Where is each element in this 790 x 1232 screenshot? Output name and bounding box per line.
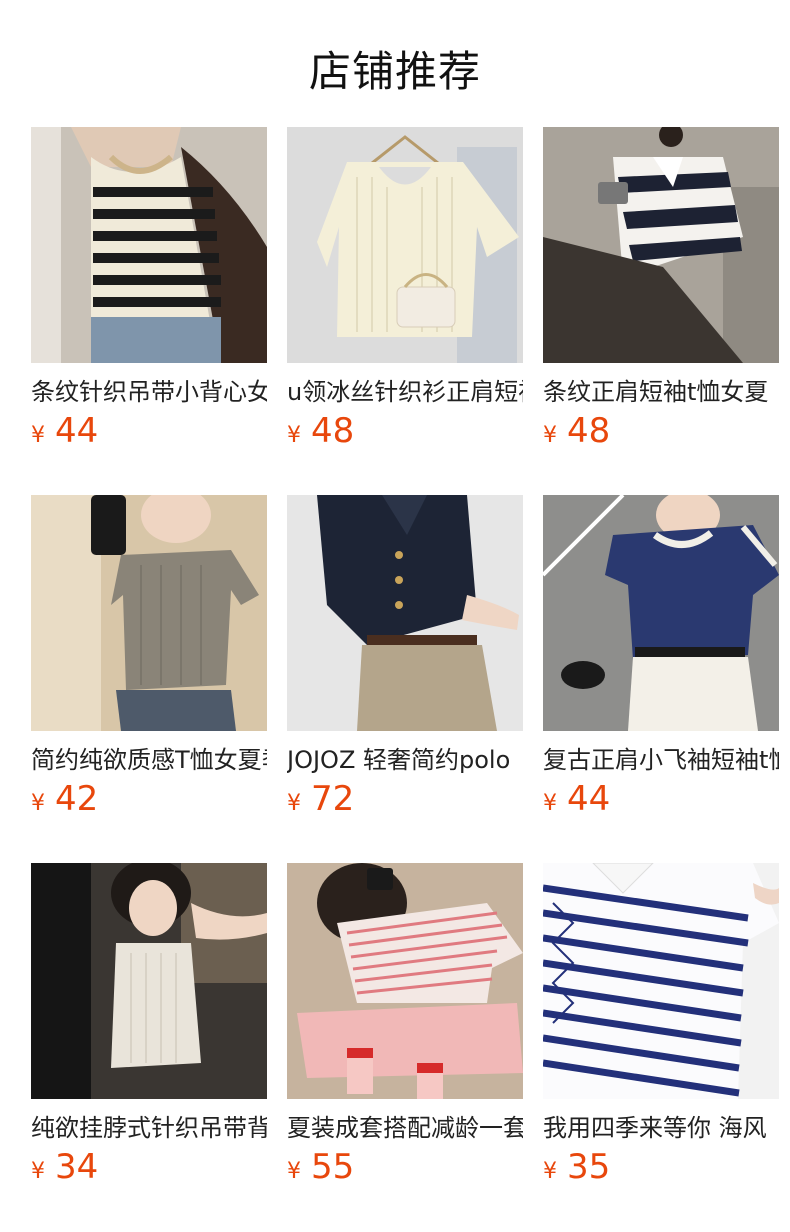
product-price: ¥48: [543, 411, 779, 457]
currency-symbol: ¥: [543, 791, 557, 816]
product-price: ¥72: [287, 779, 523, 825]
product-card[interactable]: 条纹正肩短袖t恤女夏 ¥48: [543, 127, 779, 495]
product-card[interactable]: 复古正肩小飞袖短袖t恤 ¥44: [543, 495, 779, 863]
product-card[interactable]: 条纹针织吊带小背心女 ¥44: [31, 127, 267, 495]
product-title[interactable]: JOJOZ 轻奢简约polo: [287, 743, 523, 777]
product-title[interactable]: u领冰丝针织衫正肩短袖: [287, 375, 523, 409]
product-title[interactable]: 条纹正肩短袖t恤女夏: [543, 375, 779, 409]
product-card[interactable]: 我用四季来等你 海风 ¥35: [543, 863, 779, 1231]
price-value: 55: [311, 1147, 355, 1187]
product-price: ¥35: [543, 1147, 779, 1193]
price-value: 72: [311, 779, 355, 819]
price-value: 34: [55, 1147, 99, 1187]
price-value: 48: [567, 411, 611, 451]
currency-symbol: ¥: [31, 1159, 45, 1184]
product-title[interactable]: 复古正肩小飞袖短袖t恤: [543, 743, 779, 777]
currency-symbol: ¥: [31, 791, 45, 816]
product-image[interactable]: [31, 863, 267, 1099]
product-price: ¥44: [31, 411, 267, 457]
product-price: ¥42: [31, 779, 267, 825]
product-price: ¥48: [287, 411, 523, 457]
currency-symbol: ¥: [287, 423, 301, 448]
product-image[interactable]: [543, 495, 779, 731]
currency-symbol: ¥: [287, 1159, 301, 1184]
currency-symbol: ¥: [31, 423, 45, 448]
product-price: ¥44: [543, 779, 779, 825]
price-value: 48: [311, 411, 355, 451]
product-title[interactable]: 夏装成套搭配减龄一套: [287, 1111, 523, 1145]
product-title[interactable]: 条纹针织吊带小背心女: [31, 375, 267, 409]
page-title: 店铺推荐: [308, 47, 481, 96]
product-image[interactable]: [287, 127, 523, 363]
product-price: ¥55: [287, 1147, 523, 1193]
currency-symbol: ¥: [543, 423, 557, 448]
price-value: 44: [567, 779, 611, 819]
product-title[interactable]: 简约纯欲质感T恤女夏季: [31, 743, 267, 777]
product-card[interactable]: u领冰丝针织衫正肩短袖 ¥48: [287, 127, 523, 495]
product-card[interactable]: 简约纯欲质感T恤女夏季 ¥42: [31, 495, 267, 863]
product-price: ¥34: [31, 1147, 267, 1193]
product-grid: 条纹针织吊带小背心女 ¥44 u领冰丝针织衫正肩短袖 ¥ 48 条纹正肩短袖t恤…: [31, 127, 779, 1231]
product-card[interactable]: 纯欲挂脖式针织吊带背心 ¥34: [31, 863, 267, 1231]
product-title[interactable]: 纯欲挂脖式针织吊带背心: [31, 1111, 267, 1145]
currency-symbol: ¥: [287, 791, 301, 816]
product-card[interactable]: JOJOZ 轻奢简约polo ¥72: [287, 495, 523, 863]
price-value: 35: [567, 1147, 611, 1187]
product-image[interactable]: [31, 495, 267, 731]
product-image[interactable]: [543, 127, 779, 363]
price-value: 42: [55, 779, 99, 819]
product-image[interactable]: [543, 863, 779, 1099]
product-image[interactable]: [31, 127, 267, 363]
product-title[interactable]: 我用四季来等你 海风: [543, 1111, 779, 1145]
product-card[interactable]: 夏装成套搭配减龄一套 ¥55: [287, 863, 523, 1231]
product-image[interactable]: [287, 495, 523, 731]
product-image[interactable]: [287, 863, 523, 1099]
price-value: 44: [55, 411, 99, 451]
currency-symbol: ¥: [543, 1159, 557, 1184]
